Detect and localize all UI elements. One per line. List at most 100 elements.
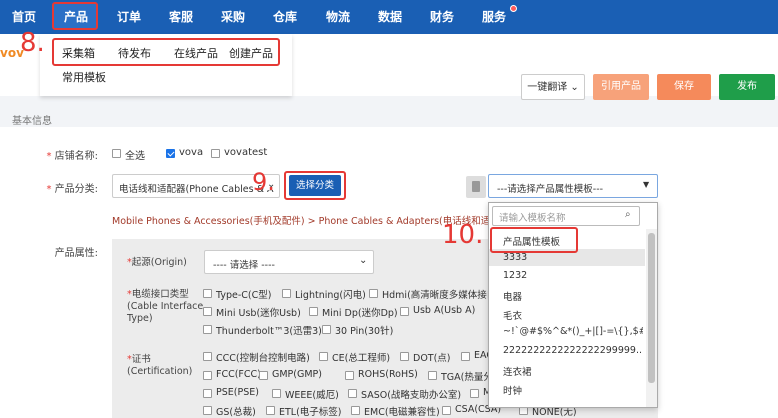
template-option[interactable]: 毛衣 <box>503 308 522 322</box>
cert-checkbox[interactable] <box>272 389 281 398</box>
cable-option: Mini Dp(迷你Dp) <box>322 308 398 319</box>
annotation-9: 9. <box>252 168 275 196</box>
template-search-placeholder: 请输入模板名称 <box>499 213 566 224</box>
template-select[interactable]: ---请选择产品属性模板--- ▼ <box>488 174 658 198</box>
shop-option-vovatest: vovatest <box>224 147 268 158</box>
product-attr-label: 产品属性: <box>54 248 98 259</box>
template-option[interactable]: 连衣裙 <box>503 364 532 378</box>
shop-option-vova: vova <box>179 147 204 158</box>
cert-option: ETL(电子标签) <box>279 407 342 418</box>
template-option[interactable]: 2222222222222222299999... <box>503 345 643 356</box>
shop-checkbox-vovatest[interactable] <box>211 149 220 158</box>
search-icon: ⌕ <box>625 209 631 220</box>
nav-item-orders[interactable]: 订单 <box>117 0 141 34</box>
cable-checkbox[interactable] <box>309 307 318 316</box>
chevron-down-icon: ⌄ <box>570 82 579 93</box>
annotation-box-template <box>490 227 578 253</box>
annotation-10: 10. <box>442 220 484 250</box>
cert-option: CE(总工程师) <box>332 353 391 364</box>
certification-label-en: (Certification) <box>127 366 193 377</box>
cert-checkbox[interactable] <box>442 406 451 415</box>
cable-checkbox[interactable] <box>203 289 212 298</box>
template-option[interactable]: 时钟 <box>503 383 522 397</box>
notification-dot <box>510 5 517 12</box>
cert-checkbox[interactable] <box>203 389 212 398</box>
quote-product-button[interactable]: 引用产品 <box>593 74 649 100</box>
cable-option: Thunderbolt™3(迅雷3) <box>216 326 322 337</box>
cable-option: Usb A(Usb A) <box>413 305 476 316</box>
cable-checkbox[interactable] <box>203 307 212 316</box>
template-option[interactable]: 电器 <box>503 289 522 303</box>
template-search-input[interactable]: 请输入模板名称 ⌕ <box>492 206 640 226</box>
cert-option: ROHS(RoHS) <box>358 369 418 380</box>
cert-checkbox[interactable] <box>348 389 357 398</box>
cert-checkbox[interactable] <box>345 371 354 380</box>
cable-checkbox[interactable] <box>203 325 212 334</box>
translate-label: 一键翻译 <box>527 82 568 93</box>
cable-checkbox[interactable] <box>282 289 291 298</box>
origin-label-en: (Origin) <box>150 257 187 268</box>
cable-option: Hdmi(高清晰度多媒体接口) <box>382 290 488 301</box>
cert-option: DOT(点) <box>413 353 451 364</box>
template-doc-button[interactable] <box>466 176 486 198</box>
cable-type-label-text: 电缆接口类型 <box>131 289 189 300</box>
cert-checkbox[interactable] <box>319 352 328 361</box>
cert-checkbox[interactable] <box>203 371 212 380</box>
nav-item-finance[interactable]: 财务 <box>430 0 454 34</box>
cert-checkbox[interactable] <box>461 352 470 361</box>
cable-option: Lightning(闪电) <box>295 290 366 301</box>
cable-checkbox[interactable] <box>322 325 331 334</box>
nav-item-data[interactable]: 数据 <box>378 0 402 34</box>
cert-checkbox[interactable] <box>259 371 268 380</box>
cable-checkbox[interactable] <box>369 289 378 298</box>
cert-checkbox[interactable] <box>203 352 212 361</box>
save-button[interactable]: 保存 <box>657 74 711 100</box>
nav-item-service[interactable]: 客服 <box>169 0 193 34</box>
origin-label-text: 起源 <box>131 257 151 268</box>
cert-option: CCC(控制台控制电路) <box>216 353 310 364</box>
cert-option: SASO(战略支助办公室) <box>361 390 462 401</box>
nav-item-purchase[interactable]: 采购 <box>221 0 245 34</box>
scrollbar-thumb[interactable] <box>648 233 655 383</box>
origin-select[interactable]: ---- 请选择 ---- ⌄ <box>204 250 374 274</box>
template-select-value: ---请选择产品属性模板--- <box>497 184 604 195</box>
cert-checkbox[interactable] <box>470 389 479 398</box>
top-nav: 首页 产品 订单 客服 采购 仓库 物流 数据 财务 服务 <box>0 0 778 34</box>
cable-checkbox[interactable] <box>400 307 409 316</box>
translate-button[interactable]: 一键翻译 ⌄ <box>521 74 585 100</box>
cable-type-label: *电缆接口类型 (Cable Interface Type) <box>127 289 204 324</box>
annotation-box-menu <box>52 38 280 66</box>
cable-type-label-en2: Type) <box>127 313 153 324</box>
dropdown-scrollbar[interactable] <box>646 229 657 407</box>
cert-checkbox[interactable] <box>400 352 409 361</box>
select-category-button[interactable]: 选择分类 <box>289 175 341 196</box>
nav-item-logistics[interactable]: 物流 <box>326 0 350 34</box>
shop-checkbox-all[interactable] <box>112 149 121 158</box>
publish-button[interactable]: 发布 <box>719 74 775 100</box>
nav-item-product[interactable]: 产品 <box>64 0 88 34</box>
category-value: 电话线和适配器(Phone Cables & A <box>119 184 274 195</box>
cert-checkbox[interactable] <box>266 406 275 415</box>
shop-option-all: 全选 <box>125 151 145 162</box>
cable-type-label-en1: (Cable Interface <box>127 301 204 312</box>
cable-option: 30 Pin(30针) <box>335 326 394 337</box>
chevron-down-icon: ⌄ <box>359 255 368 266</box>
cert-option: FCC(FCC) <box>216 369 261 380</box>
cable-option: Type-C(C型) <box>216 290 272 301</box>
nav-item-warehouse[interactable]: 仓库 <box>273 0 297 34</box>
template-option[interactable]: ~!`@#$%^&*()_+|[]-=\{},$#3... <box>503 326 643 337</box>
cert-checkbox[interactable] <box>203 406 212 415</box>
shop-name-label-text: 店铺名称: <box>54 151 98 162</box>
cert-checkbox[interactable] <box>428 371 437 380</box>
origin-select-value: ---- 请选择 ---- <box>213 260 275 271</box>
nav-item-services[interactable]: 服务 <box>482 0 506 34</box>
annotation-8: 8. <box>20 28 45 58</box>
shop-name-label: * 店铺名称: <box>46 151 98 162</box>
document-icon <box>472 181 480 192</box>
menu-item-templates[interactable]: 常用模板 <box>62 69 106 85</box>
template-option[interactable]: 1232 <box>503 270 527 281</box>
certification-label: *证书 (Certification) <box>127 354 193 377</box>
shop-checkbox-vova[interactable] <box>166 149 175 158</box>
cable-option: Mini Usb(迷你Usb) <box>216 308 301 319</box>
cert-checkbox[interactable] <box>351 406 360 415</box>
